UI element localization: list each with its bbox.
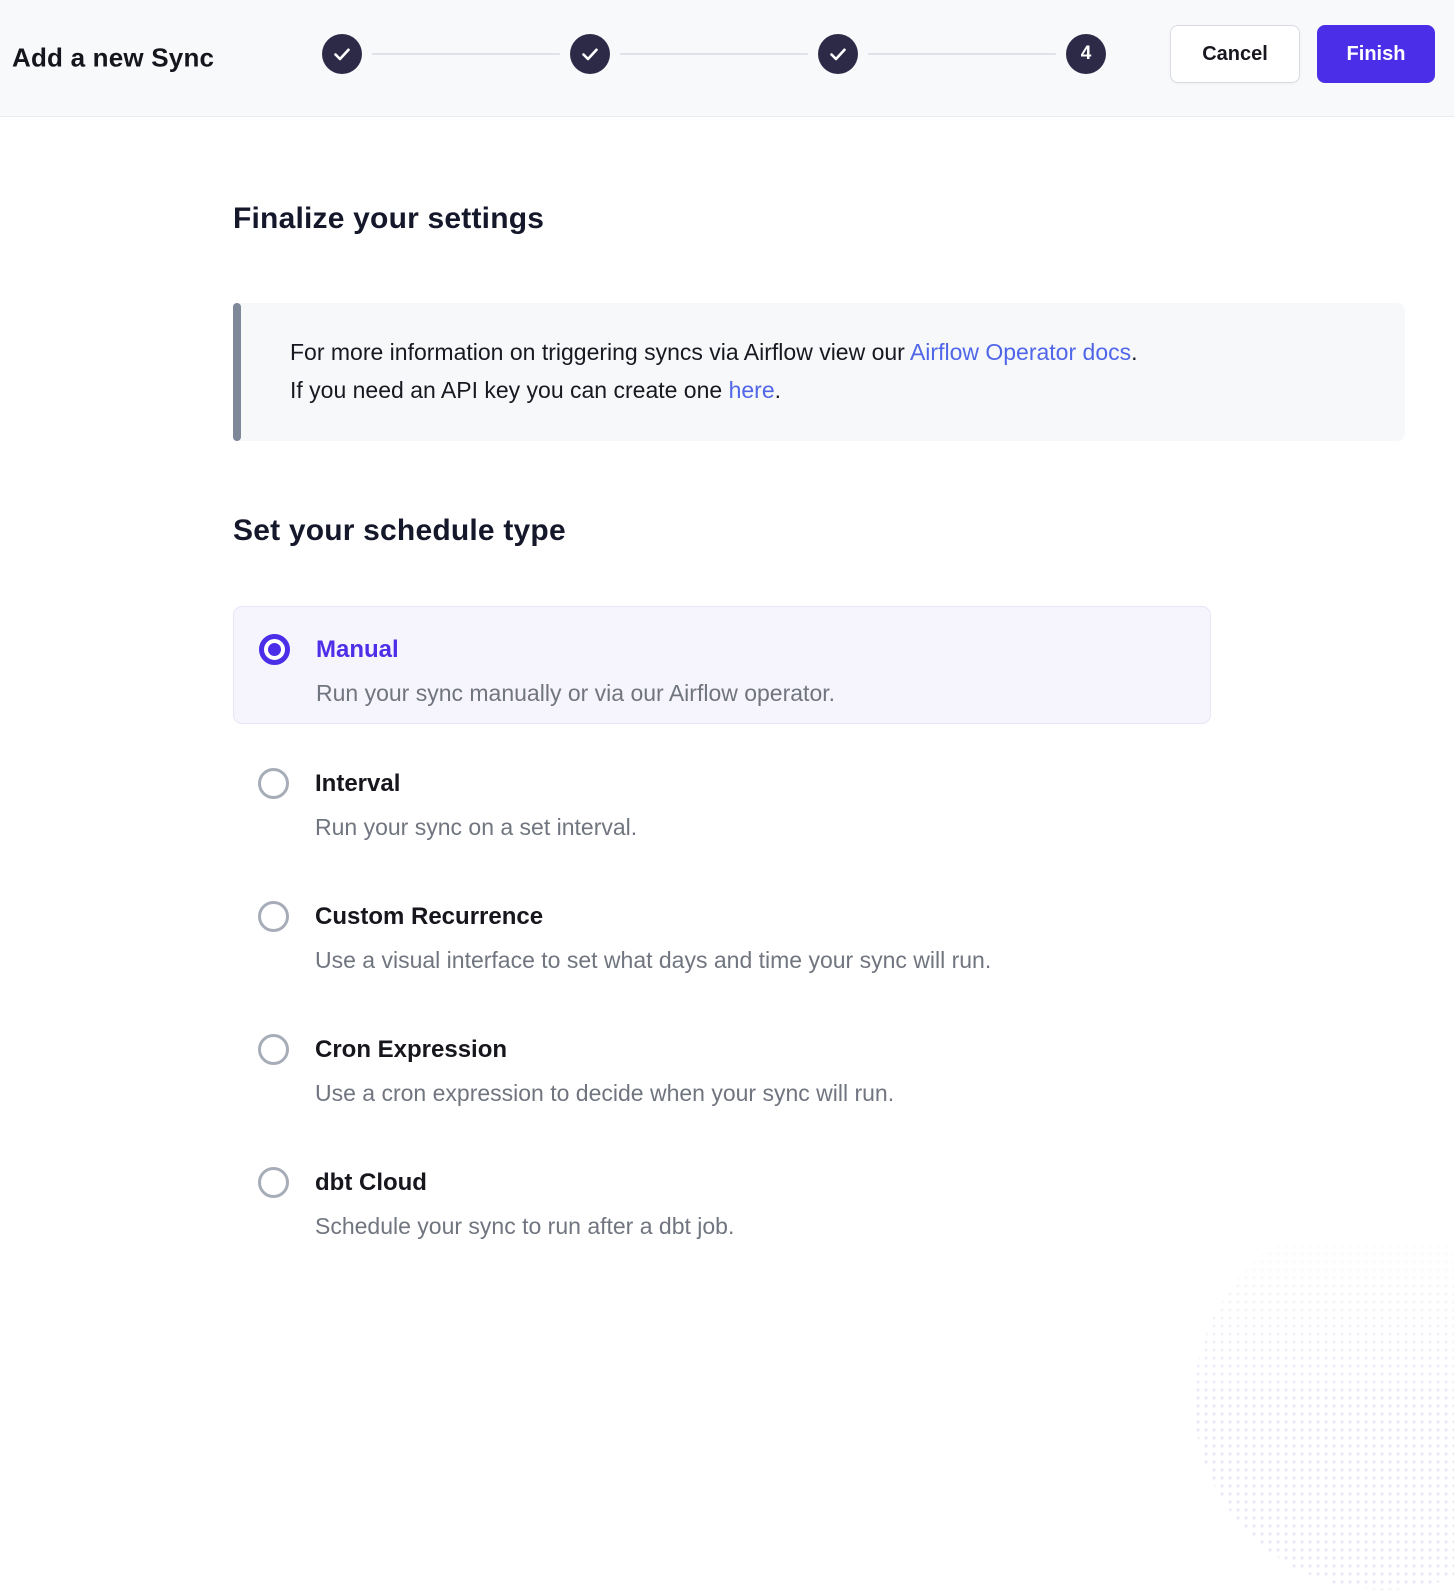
schedule-option-cron-expression[interactable]: Cron Expression Use a cron expression to… <box>233 1034 1414 1107</box>
check-icon <box>830 48 846 61</box>
option-text: dbt Cloud Schedule your sync to run afte… <box>315 1167 734 1240</box>
check-icon <box>334 48 350 61</box>
step-4-current[interactable]: 4 <box>1066 34 1106 74</box>
option-description: Schedule your sync to run after a dbt jo… <box>315 1212 734 1240</box>
step-3-complete[interactable] <box>818 34 858 74</box>
radio-button[interactable] <box>258 1167 289 1198</box>
option-label: Cron Expression <box>315 1034 894 1065</box>
option-label: dbt Cloud <box>315 1167 734 1198</box>
airflow-operator-docs-link[interactable]: Airflow Operator docs <box>910 339 1131 365</box>
schedule-options: Manual Run your sync manually or via our… <box>233 606 1414 1240</box>
wizard-header: Add a new Sync 4 Cancel Finish <box>0 0 1454 117</box>
schedule-option-manual[interactable]: Manual Run your sync manually or via our… <box>233 606 1211 724</box>
step-1-complete[interactable] <box>322 34 362 74</box>
option-description: Run your sync manually or via our Airflo… <box>316 679 835 707</box>
radio-button-selected[interactable] <box>259 634 290 665</box>
schedule-type-heading: Set your schedule type <box>233 514 1414 548</box>
info-callout: For more information on triggering syncs… <box>233 303 1405 441</box>
step-connector <box>868 53 1056 55</box>
step-connector <box>620 53 808 55</box>
option-description: Run your sync on a set interval. <box>315 813 637 841</box>
callout-accent-bar <box>233 303 241 441</box>
step-number: 4 <box>1081 43 1092 65</box>
option-label: Interval <box>315 768 637 799</box>
radio-button[interactable] <box>258 901 289 932</box>
callout-line-2: If you need an API key you can create on… <box>290 371 1365 409</box>
schedule-option-interval[interactable]: Interval Run your sync on a set interval… <box>233 768 1414 841</box>
option-text: Cron Expression Use a cron expression to… <box>315 1034 894 1107</box>
radio-button[interactable] <box>258 1034 289 1065</box>
radio-dot <box>268 643 281 656</box>
option-text: Interval Run your sync on a set interval… <box>315 768 637 841</box>
option-text: Manual Run your sync manually or via our… <box>316 634 835 707</box>
finish-button[interactable]: Finish <box>1317 25 1435 83</box>
option-text: Custom Recurrence Use a visual interface… <box>315 901 991 974</box>
cancel-button[interactable]: Cancel <box>1170 25 1300 83</box>
main-content: Finalize your settings For more informat… <box>0 117 1454 1240</box>
option-label: Custom Recurrence <box>315 901 991 932</box>
check-icon <box>582 48 598 61</box>
option-description: Use a visual interface to set what days … <box>315 946 991 974</box>
option-description: Use a cron expression to decide when you… <box>315 1079 894 1107</box>
dots-decoration <box>1194 1210 1454 1590</box>
finalize-heading: Finalize your settings <box>233 117 1414 236</box>
wizard-stepper: 4 <box>322 34 1106 74</box>
radio-button[interactable] <box>258 768 289 799</box>
option-label: Manual <box>316 634 835 665</box>
schedule-option-custom-recurrence[interactable]: Custom Recurrence Use a visual interface… <box>233 901 1414 974</box>
schedule-option-dbt-cloud[interactable]: dbt Cloud Schedule your sync to run afte… <box>233 1167 1414 1240</box>
step-connector <box>372 53 560 55</box>
callout-line-1: For more information on triggering syncs… <box>290 333 1365 371</box>
header-actions: Cancel Finish <box>1170 25 1435 83</box>
step-2-complete[interactable] <box>570 34 610 74</box>
page-title: Add a new Sync <box>12 43 214 74</box>
create-api-key-link[interactable]: here <box>729 377 775 403</box>
